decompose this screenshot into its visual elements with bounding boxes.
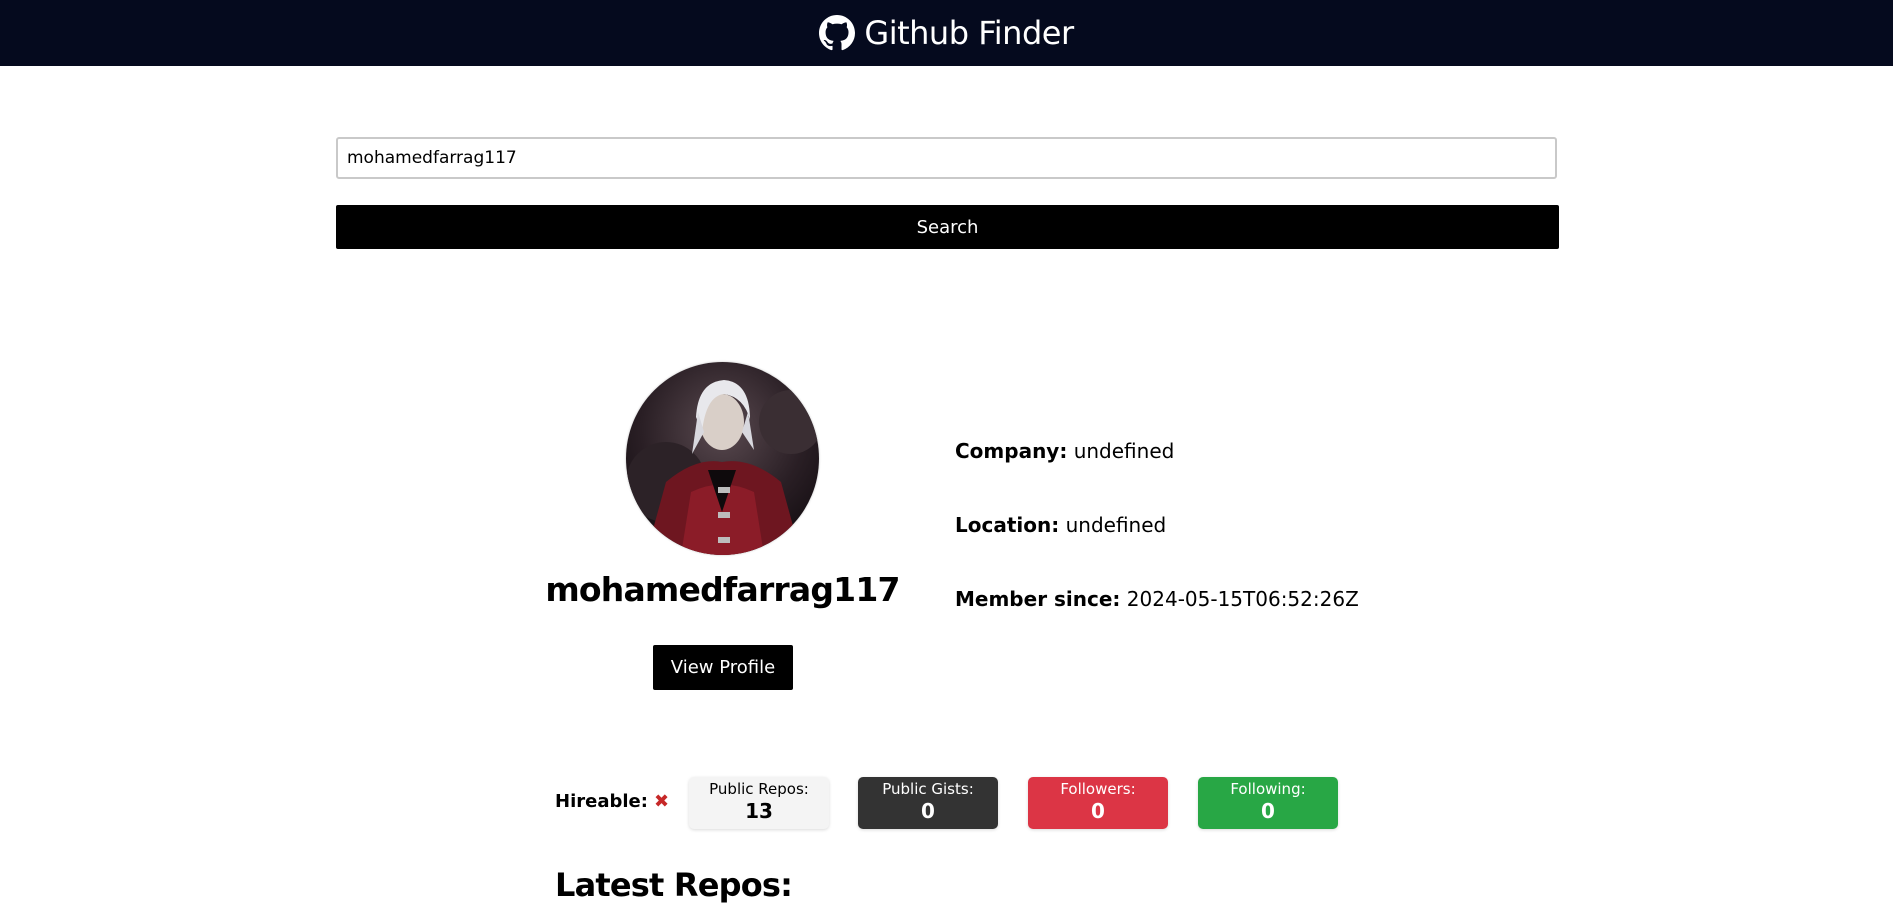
member-since-label: Member since: [955, 587, 1121, 611]
username: mohamedfarrag117 [545, 570, 900, 609]
hireable-label: Hireable: [555, 791, 648, 812]
public-gists-count: 0 [921, 799, 935, 823]
member-since-info: Member since: 2024-05-15T06:52:26Z [955, 587, 1359, 611]
location-value: undefined [1065, 513, 1167, 537]
public-repos-badge: Public Repos: 13 [689, 777, 829, 829]
following-count: 0 [1261, 799, 1275, 823]
public-gists-label: Public Gists: [882, 780, 974, 798]
followers-badge: Followers: 0 [1028, 777, 1168, 829]
member-since-value: 2024-05-15T06:52:26Z [1126, 587, 1359, 611]
hireable-status: Hireable: ✖ [555, 791, 669, 812]
view-profile-button[interactable]: View Profile [653, 645, 793, 690]
app-title: Github Finder [864, 14, 1074, 52]
location-info: Location: undefined [955, 513, 1166, 537]
search-input[interactable] [336, 137, 1557, 179]
cross-mark-icon: ✖ [653, 791, 670, 812]
following-label: Following: [1230, 780, 1306, 798]
search-button[interactable]: Search [336, 205, 1559, 249]
navbar: Github Finder [0, 0, 1893, 66]
followers-count: 0 [1091, 799, 1105, 823]
followers-label: Followers: [1060, 780, 1136, 798]
following-badge: Following: 0 [1198, 777, 1338, 829]
location-label: Location: [955, 513, 1060, 537]
avatar [626, 362, 819, 555]
latest-repos-heading: Latest Repos: [555, 866, 793, 904]
brand[interactable]: Github Finder [819, 14, 1074, 52]
public-repos-label: Public Repos: [709, 780, 809, 798]
public-repos-count: 13 [745, 799, 773, 823]
company-info: Company: undefined [955, 439, 1174, 463]
company-value: undefined [1073, 439, 1175, 463]
company-label: Company: [955, 439, 1068, 463]
public-gists-badge: Public Gists: 0 [858, 777, 998, 829]
github-icon [819, 15, 856, 51]
